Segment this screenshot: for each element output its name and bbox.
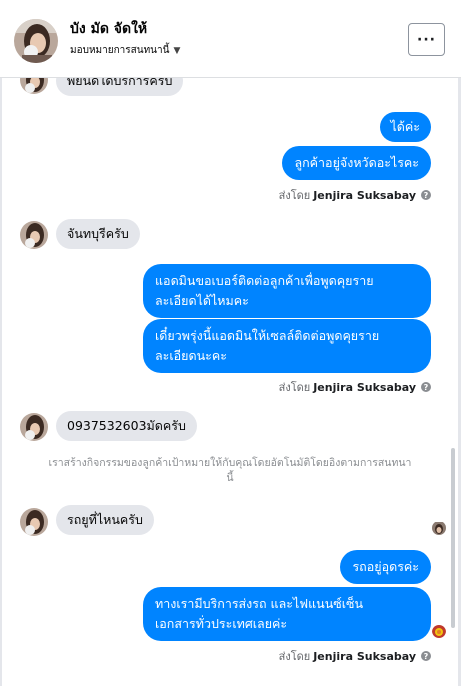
- sent-by-agent-name[interactable]: Jenjira Suksabay: [313, 381, 416, 394]
- message-incoming[interactable]: พยนดใดบรการครบ: [56, 78, 184, 96]
- system-note-line: นี้: [226, 472, 234, 484]
- info-icon[interactable]: ?: [421, 382, 431, 392]
- message-outgoing[interactable]: เดี๋ยวพรุ่งนี้แอดมินให้เซลล์ติดต่อพูดคุย…: [143, 319, 431, 373]
- sent-by-prefix: ส่งโดย: [278, 381, 311, 394]
- info-icon[interactable]: ?: [421, 651, 431, 661]
- message-line: ละเอียดได้ไหมคะ: [155, 293, 249, 308]
- message-incoming[interactable]: 0937532603มัดครับ: [56, 411, 197, 441]
- lead-activity-system-note: เราสร้างกิจกรรมของลูกค้าเป้าหมายให้กับคุ…: [20, 456, 440, 486]
- contact-avatar-small: [20, 78, 48, 94]
- sent-by-agent-name[interactable]: Jenjira Suksabay: [313, 650, 416, 663]
- contact-avatar[interactable]: [14, 19, 58, 63]
- message-line: ละเอียดนะคะ: [155, 348, 227, 363]
- message-thread[interactable]: พยนดใดบรการครบ ได้ค่ะ ลูกค้าอยู่จังหวัดอ…: [2, 78, 458, 686]
- system-note-line: เราสร้างกิจกรรมของลูกค้าเป้าหมายให้กับคุ…: [48, 457, 412, 469]
- message-line: แอดมินขอเบอร์ติดต่อลูกค้าเพื่อพูดคุยราย: [155, 273, 374, 288]
- seen-receipt-avatar: [432, 521, 446, 535]
- message-outgoing[interactable]: ทางเรามีบริการส่งรถ และไฟแนนซ์เซ็น เอกสา…: [143, 587, 431, 641]
- sent-by-label: ส่งโดย Jenjira Suksabay ?: [279, 186, 431, 204]
- caret-down-icon: ▼: [173, 45, 181, 56]
- message-line: เอกสารทั่วประเทศเลยค่ะ: [155, 616, 288, 631]
- message-outgoing[interactable]: แอดมินขอเบอร์ติดต่อลูกค้าเพื่อพูดคุยราย …: [143, 264, 431, 318]
- message-outgoing[interactable]: ได้ค่ะ: [379, 112, 431, 142]
- info-icon[interactable]: ?: [421, 190, 431, 200]
- seen-receipt-avatar: [432, 624, 446, 638]
- conversation-header: บัง มัด จัดให้ มอบหมายการสนทนานี้ ▼ ···: [0, 0, 461, 78]
- more-options-button[interactable]: ···: [408, 23, 445, 56]
- message-outgoing[interactable]: รถอยู่อุดรค่ะ: [340, 550, 431, 584]
- thread-scrollbar[interactable]: [451, 448, 455, 628]
- message-outgoing[interactable]: ลูกค้าอยู่จังหวัดอะไรคะ: [282, 146, 431, 180]
- message-line: ทางเรามีบริการส่งรถ และไฟแนนซ์เซ็น: [155, 596, 364, 611]
- sent-by-prefix: ส่งโดย: [278, 189, 311, 202]
- sent-by-agent-name[interactable]: Jenjira Suksabay: [313, 189, 416, 202]
- contact-avatar-small: [20, 413, 48, 441]
- sent-by-prefix: ส่งโดย: [278, 650, 311, 663]
- contact-avatar-small: [20, 221, 48, 249]
- sent-by-label: ส่งโดย Jenjira Suksabay ?: [279, 378, 431, 396]
- message-incoming[interactable]: รถยูที่ไหนครับ: [56, 505, 154, 535]
- message-incoming[interactable]: จันทบุรีครับ: [56, 219, 140, 249]
- contact-name: บัง มัด จัดให้: [70, 21, 148, 37]
- sent-by-label: ส่งโดย Jenjira Suksabay ?: [279, 647, 431, 665]
- contact-avatar-small: [20, 508, 48, 536]
- assign-conversation-label: มอบหมายการสนทนานี้: [70, 45, 170, 56]
- assign-conversation-dropdown[interactable]: มอบหมายการสนทนานี้ ▼: [70, 43, 180, 58]
- message-line: เดี๋ยวพรุ่งนี้แอดมินให้เซลล์ติดต่อพูดคุย…: [155, 328, 380, 343]
